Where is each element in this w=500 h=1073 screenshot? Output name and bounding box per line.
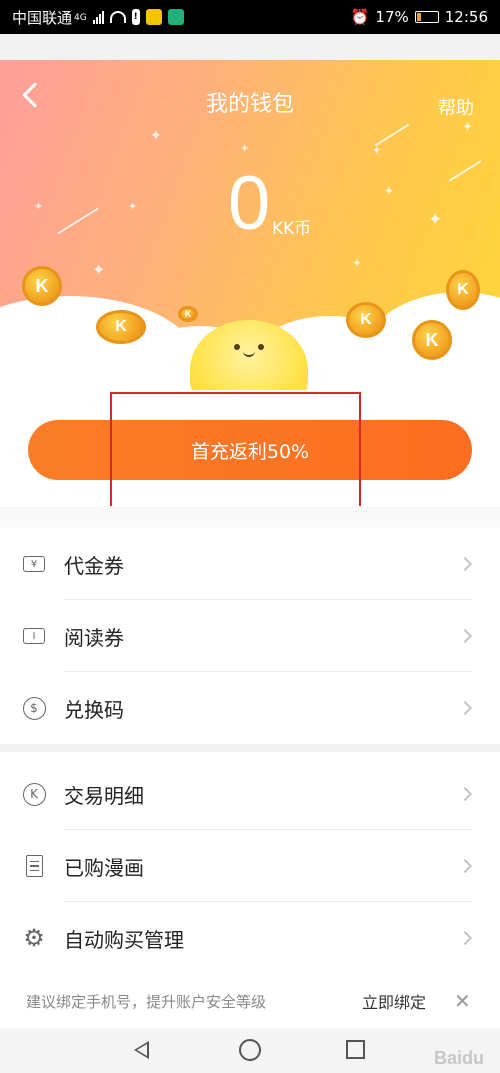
status-bar: 中国联通 4G ! ⏰ 17% 12:56 [0, 0, 500, 34]
home-circle-icon [239, 1039, 261, 1061]
coin-icon: K [178, 306, 198, 322]
shooting-star-streak [374, 123, 410, 147]
clock-app-notification-icon [167, 9, 184, 25]
section-divider [0, 744, 500, 752]
bind-phone-banner: 建议绑定手机号，提升账户安全等级 立即绑定 ✕ [0, 974, 500, 1028]
wifi-icon [109, 11, 126, 23]
shooting-star-streak [448, 160, 482, 182]
carrier-label: 中国联通 [12, 8, 73, 27]
back-triangle-icon [134, 1041, 149, 1059]
coin-icon: K [96, 310, 146, 344]
sparkle-icon: ✦ [34, 200, 44, 213]
system-navigation-bar: Baidu [0, 1028, 500, 1073]
coin-icon: K [446, 270, 480, 310]
recents-square-icon [346, 1040, 365, 1059]
menu-item-label: 兑换码 [64, 697, 124, 722]
help-link[interactable]: 帮助 [438, 94, 474, 120]
menu-item-reading-ticket[interactable]: I 阅读券 [0, 600, 500, 672]
bind-phone-tip: 建议绑定手机号，提升账户安全等级 [26, 992, 267, 1011]
sparkle-icon: ✦ [372, 144, 382, 157]
sparkle-icon: ✦ [150, 128, 162, 144]
network-label: 4G [74, 12, 87, 23]
home-nav-button[interactable] [239, 1039, 261, 1061]
alert-notification-icon: ! [131, 9, 140, 25]
watermark-logo: Baidu [433, 1048, 484, 1068]
sparkle-icon: ✦ [462, 120, 473, 135]
k-circle-icon: K [22, 782, 46, 806]
document-icon [22, 854, 46, 878]
page-title: 我的钱包 [205, 92, 294, 117]
menu-item-label: 自动购买管理 [64, 927, 184, 952]
shooting-star-streak [57, 207, 99, 235]
coin-icon: K [346, 302, 386, 338]
menu-item-voucher[interactable]: ¥ 代金券 [0, 528, 500, 600]
balance-unit: KK币 [272, 219, 312, 239]
sparkle-icon: ✦ [428, 210, 443, 230]
chevron-right-icon [457, 858, 473, 874]
chevron-right-icon [457, 786, 473, 802]
section-divider [0, 506, 500, 528]
battery-percent: 17% [375, 8, 409, 26]
chevron-right-icon [457, 700, 473, 716]
menu-item-label: 交易明细 [64, 783, 144, 808]
chevron-right-icon [457, 556, 473, 572]
menu-item-label: 代金券 [64, 553, 124, 578]
close-icon[interactable]: ✕ [454, 989, 471, 1013]
back-nav-button[interactable] [134, 1041, 149, 1059]
wallet-hero: 我的钱包 帮助 ✦ ✦ ✦ ✦ ✦ ✦ ✦ ✦ ✦ ✦ 0 KK币 K K K … [0, 60, 500, 390]
alarm-icon: ⏰ [350, 8, 370, 26]
coin-icon: K [412, 320, 452, 360]
top-spacer [0, 34, 500, 60]
menu-item-label: 阅读券 [64, 625, 124, 650]
sparkle-icon: ✦ [352, 256, 363, 270]
menu-item-label: 已购漫画 [64, 855, 144, 880]
chevron-right-icon [457, 628, 473, 644]
sparkle-icon: ✦ [128, 200, 138, 213]
battery-icon [414, 11, 439, 23]
balance-amount: 0 [228, 161, 271, 246]
sparkle-icon: ✦ [240, 142, 250, 155]
recents-nav-button[interactable] [346, 1040, 365, 1059]
menu-item-transactions[interactable]: K 交易明细 [0, 758, 500, 830]
dollar-circle-icon: $ [22, 696, 46, 720]
sparkle-icon: ✦ [92, 260, 106, 279]
signal-icon [92, 10, 104, 24]
menu-item-redeem-code[interactable]: $ 兑换码 [0, 672, 500, 744]
bind-now-button[interactable]: 立即绑定 [362, 989, 426, 1013]
highlight-annotation-box [110, 392, 361, 510]
chevron-right-icon [457, 930, 473, 946]
coin-icon: K [22, 266, 62, 306]
app-notification-icon [145, 9, 162, 25]
ticket-icon: I [22, 624, 46, 648]
gear-icon: ⚙ [23, 924, 45, 952]
voucher-icon: ¥ [22, 552, 46, 576]
clock-time: 12:56 [444, 8, 488, 26]
sparkle-icon: ✦ [384, 184, 395, 198]
menu-item-purchased-comics[interactable]: 已购漫画 [0, 830, 500, 902]
menu-item-auto-purchase[interactable]: ⚙ 自动购买管理 [0, 902, 500, 974]
